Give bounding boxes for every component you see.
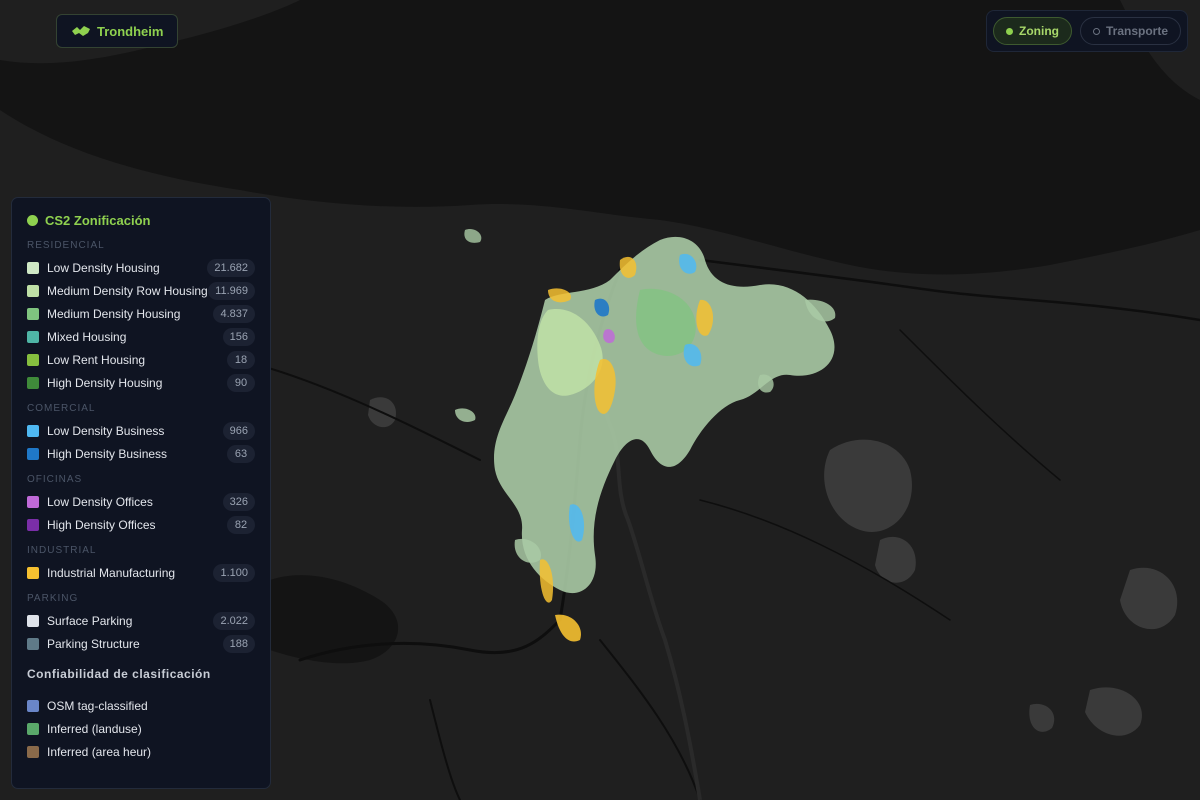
- count-badge: 326: [222, 492, 255, 511]
- mode-toggle: Zoning Transporte: [986, 10, 1188, 52]
- legend-item[interactable]: Low Density Offices 326: [27, 490, 255, 513]
- count-badge: 11.969: [208, 281, 255, 300]
- confidence-item-label: OSM tag-classified: [47, 698, 148, 713]
- color-swatch: [27, 722, 39, 735]
- legend-section-title: INDUSTRIAL: [27, 545, 97, 556]
- legend-item[interactable]: High Density Offices 82: [27, 513, 255, 536]
- legend-item-label: Parking Structure: [47, 636, 140, 651]
- legend-item-label: Surface Parking: [47, 613, 133, 628]
- legend-item[interactable]: Low Density Housing 21.682: [27, 256, 255, 279]
- color-swatch: [27, 614, 39, 627]
- zoning-mode-label: Zoning: [1019, 24, 1059, 38]
- confidence-list: OSM tag-classified Inferred (landuse) Infe…: [27, 694, 255, 763]
- legend-item-label: Medium Density Row Housing: [47, 283, 208, 298]
- confidence-item[interactable]: Inferred (area heur): [27, 740, 255, 763]
- confidence-item-label: Inferred (landuse): [47, 721, 142, 736]
- color-swatch: [27, 330, 39, 343]
- legend-item-label: Mixed Housing: [47, 329, 127, 344]
- count-badge: 4.837: [213, 304, 255, 323]
- color-swatch: [27, 376, 39, 389]
- legend-title-text: CS2 Zonificación: [45, 212, 151, 228]
- legend-item-label: High Density Business: [47, 446, 168, 461]
- legend-item-label: Low Rent Housing: [47, 352, 146, 367]
- count-badge: 966: [222, 421, 255, 440]
- count-badge: 1.100: [213, 563, 255, 582]
- status-dot-icon: [27, 214, 38, 226]
- legend-item[interactable]: Industrial Manufacturing 1.100: [27, 561, 255, 584]
- color-swatch: [27, 284, 39, 297]
- color-swatch: [27, 518, 39, 531]
- count-badge: 21.682: [207, 258, 255, 277]
- legend-item[interactable]: Medium Density Row Housing 11.969: [27, 279, 255, 302]
- legend-section-title: OFICINAS: [27, 474, 83, 485]
- color-swatch: [27, 566, 39, 579]
- active-dot-icon: [1006, 27, 1013, 35]
- color-swatch: [27, 447, 39, 460]
- legend-title: CS2 Zonificación: [27, 209, 255, 231]
- legend-section-title: COMERCIAL: [27, 403, 96, 414]
- color-swatch: [27, 745, 39, 758]
- legend-sections: RESIDENCIAL Low Density Housing 21.682 Medi…: [27, 237, 255, 655]
- confidence-item-label: Inferred (area heur): [47, 744, 152, 759]
- count-badge: 63: [227, 444, 255, 463]
- legend-item-label: Low Density Business: [47, 423, 165, 438]
- color-swatch: [27, 307, 39, 320]
- count-badge: 188: [222, 634, 255, 653]
- color-swatch: [27, 495, 39, 508]
- legend-item[interactable]: Low Density Business 966: [27, 419, 255, 442]
- color-swatch: [27, 353, 39, 366]
- count-badge: 2.022: [213, 611, 255, 630]
- legend-item[interactable]: High Density Business 63: [27, 442, 255, 465]
- legend-item-label: Medium Density Housing: [47, 306, 181, 321]
- legend-item-label: High Density Offices: [47, 517, 156, 532]
- color-swatch: [27, 261, 39, 274]
- confidence-item[interactable]: Inferred (landuse): [27, 717, 255, 740]
- confidence-item[interactable]: OSM tag-classified: [27, 694, 255, 717]
- count-badge: 82: [227, 515, 255, 534]
- legend-item[interactable]: High Density Housing 90: [27, 371, 255, 394]
- transport-mode-button[interactable]: Transporte: [1079, 17, 1181, 45]
- color-swatch: [27, 637, 39, 650]
- legend-item[interactable]: Medium Density Housing 4.837: [27, 302, 255, 325]
- legend-section-title: PARKING: [27, 593, 79, 604]
- count-badge: 90: [227, 373, 255, 392]
- legend-item[interactable]: Parking Structure 188: [27, 632, 255, 655]
- legend-item-label: High Density Housing: [47, 375, 163, 390]
- color-swatch: [27, 424, 39, 437]
- legend-item[interactable]: Surface Parking 2.022: [27, 609, 255, 632]
- count-badge: 156: [222, 327, 255, 346]
- zoning-legend-panel: CS2 Zonificación RESIDENCIAL Low Density …: [11, 197, 271, 789]
- inactive-dot-icon: [1092, 27, 1100, 35]
- zoning-mode-button[interactable]: Zoning: [993, 17, 1072, 45]
- count-badge: 18: [227, 350, 255, 369]
- legend-item-label: Low Density Offices: [47, 494, 153, 509]
- city-label: Trondheim: [97, 23, 164, 39]
- confidence-title: Confiabilidad de clasificación: [27, 667, 211, 681]
- transport-mode-label: Transporte: [1105, 24, 1168, 38]
- legend-item[interactable]: Mixed Housing 156: [27, 325, 255, 348]
- city-selector-button[interactable]: Trondheim: [56, 14, 179, 48]
- legend-section-title: RESIDENCIAL: [27, 240, 105, 251]
- map-pin-icon: [72, 26, 90, 36]
- legend-item[interactable]: Low Rent Housing 18: [27, 348, 255, 371]
- legend-item-label: Low Density Housing: [47, 260, 160, 275]
- legend-item-label: Industrial Manufacturing: [47, 565, 176, 580]
- color-swatch: [27, 699, 39, 712]
